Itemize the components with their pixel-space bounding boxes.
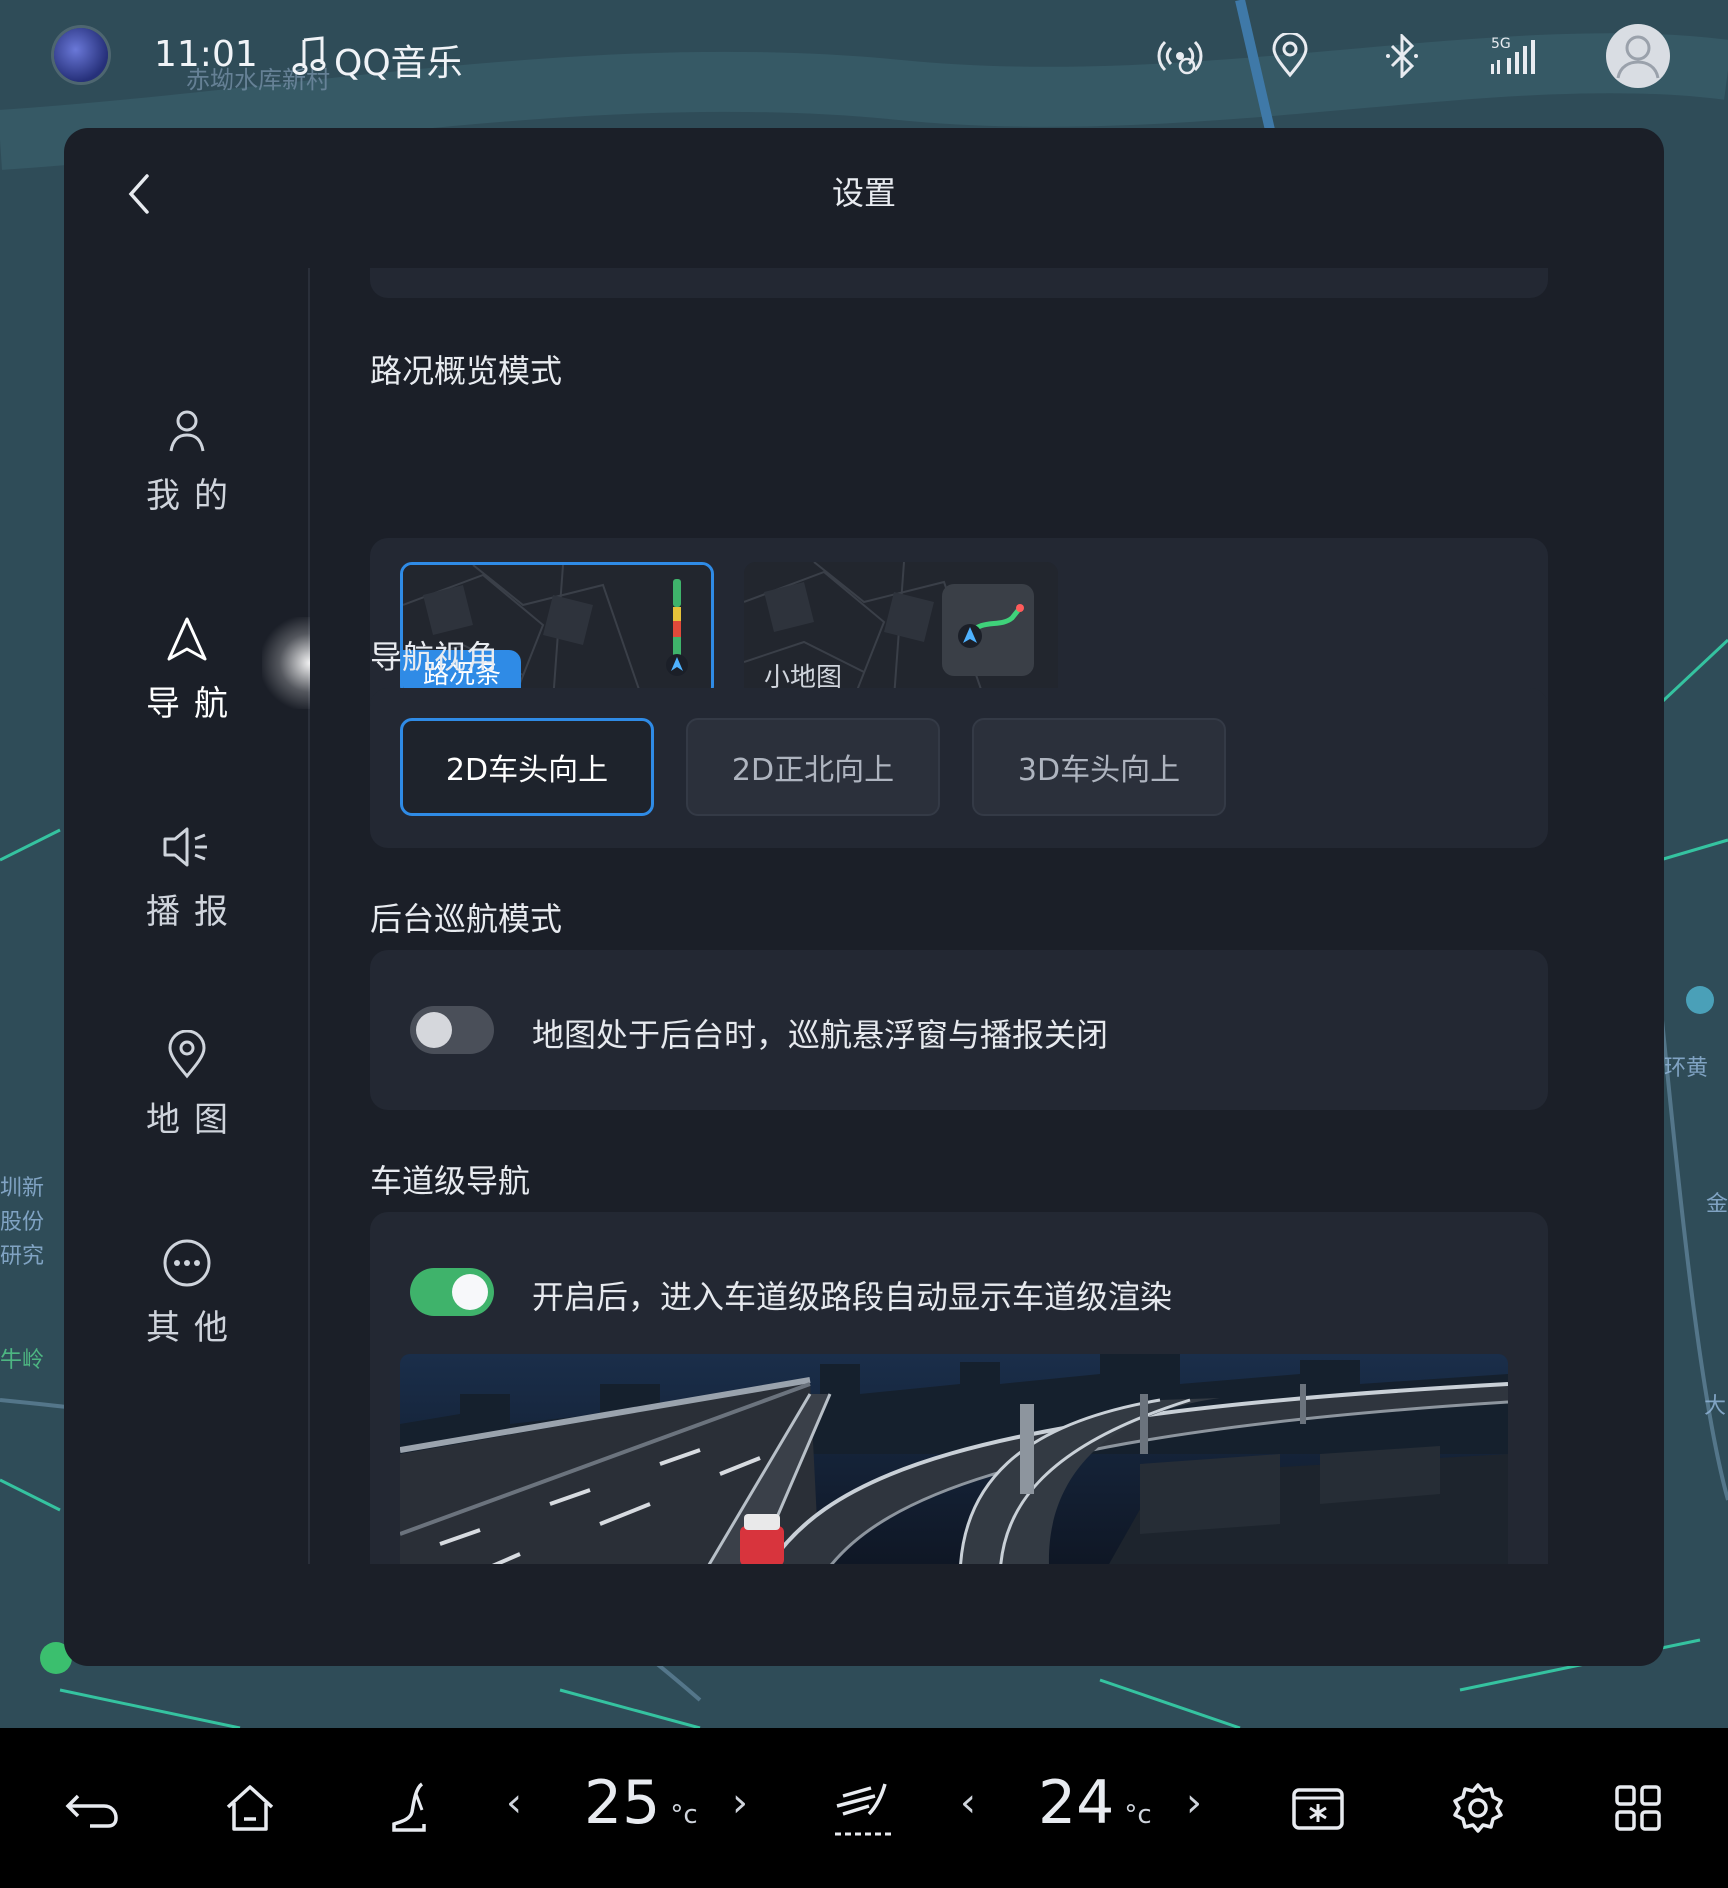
sidebar-item-map[interactable]: 地图 — [64, 1028, 310, 1178]
right-temp-increase[interactable]: › — [1186, 1780, 1202, 1826]
map-label: 金 — [1706, 1192, 1728, 1217]
sidebar-item-mine[interactable]: 我的 — [64, 404, 310, 554]
left-temp: 25 °c — [584, 1768, 698, 1838]
climate-fan-icon[interactable] — [824, 1768, 904, 1848]
back-arrow-icon[interactable] — [52, 1768, 132, 1848]
home-icon[interactable] — [210, 1768, 290, 1848]
sidebar-item-label: 导航 — [146, 684, 242, 724]
user-avatar-icon[interactable] — [1606, 24, 1670, 88]
map-label: 环黄 — [1664, 1056, 1709, 1081]
left-temp-increase[interactable]: › — [732, 1780, 748, 1826]
profile-avatar-icon[interactable] — [54, 28, 108, 82]
section-title-nav-view: 导航视角 — [370, 638, 499, 676]
location-pin-icon — [160, 1028, 214, 1082]
music-note-icon — [292, 35, 326, 85]
right-temp-decrease[interactable]: ‹ — [960, 1780, 976, 1826]
app-grid-icon[interactable] — [1598, 1768, 1678, 1848]
more-dots-icon — [160, 1236, 214, 1290]
speaker-icon — [160, 820, 214, 874]
seat-icon[interactable] — [370, 1768, 450, 1848]
right-temp-value: 24 — [1038, 1768, 1115, 1838]
sidebar-item-label: 播报 — [146, 892, 242, 932]
signal-label: 5G — [1491, 36, 1511, 52]
section-title-traffic-overview: 路况概览模式 — [370, 352, 563, 390]
nav-view-card: 2D车头向上 2D正北向上 3D车头向上 — [370, 688, 1548, 848]
sidebar-item-label: 我的 — [146, 476, 242, 516]
navigation-arrow-icon — [160, 612, 214, 666]
map-label: 牛岭 — [0, 1348, 45, 1373]
sidebar-item-label: 地图 — [146, 1100, 242, 1140]
status-bar: 赤坳水库新村 11:01 QQ音乐 5G — [0, 0, 1728, 116]
background-cruise-toggle[interactable] — [410, 1006, 494, 1054]
sidebar-item-other[interactable]: 其他 — [64, 1236, 310, 1386]
section-title-lane-nav: 车道级导航 — [370, 1162, 531, 1200]
settings-content: 路况概览模式 路况条 小地图 导航视角 2D车头向上 2D正北向上 3D车头向上… — [370, 268, 1612, 1564]
view-option-2d-north-up[interactable]: 2D正北向上 — [686, 718, 940, 816]
map-label: 大 — [1704, 1394, 1727, 1419]
background-cruise-card: 地图处于后台时，巡航悬浮窗与播报关闭 — [370, 950, 1548, 1110]
map-label: 股份 — [0, 1210, 45, 1235]
active-indicator — [262, 617, 310, 709]
hotspot-icon[interactable] — [1154, 30, 1206, 82]
signal-5g-icon: 5G — [1486, 30, 1538, 82]
settings-gear-icon[interactable] — [1438, 1768, 1518, 1848]
view-option-2d-heading-up[interactable]: 2D车头向上 — [400, 718, 654, 816]
sidebar-item-broadcast[interactable]: 播报 — [64, 820, 310, 970]
view-option-3d-heading-up[interactable]: 3D车头向上 — [972, 718, 1226, 816]
sidebar-item-label: 其他 — [146, 1308, 242, 1348]
lane-nav-description: 开启后，进入车道级路段自动显示车道级渲染 — [532, 1278, 1173, 1316]
bottom-dock: ‹ 25 °c › ‹ 24 °c › — [0, 1728, 1728, 1888]
music-widget[interactable]: QQ音乐 — [292, 34, 463, 86]
person-icon — [160, 404, 214, 458]
music-app-name: QQ音乐 — [334, 43, 463, 84]
bluetooth-icon[interactable] — [1376, 30, 1428, 82]
map-label: 研究 — [0, 1244, 45, 1269]
temp-unit: °c — [1124, 1800, 1152, 1830]
settings-panel: 设置 我的 导航 播报 地图 其他 路况概览模式 路况条 小地图 导航视角 2D… — [64, 128, 1664, 1666]
toggle-knob — [452, 1274, 488, 1310]
lane-nav-toggle[interactable] — [410, 1268, 494, 1316]
location-pin-icon[interactable] — [1264, 30, 1316, 82]
clock-time: 11:01 — [154, 34, 258, 75]
temp-unit: °c — [670, 1800, 698, 1830]
left-temp-decrease[interactable]: ‹ — [506, 1780, 522, 1826]
background-cruise-description: 地图处于后台时，巡航悬浮窗与播报关闭 — [532, 1016, 1109, 1054]
defrost-icon[interactable] — [1278, 1768, 1358, 1848]
left-temp-value: 25 — [584, 1768, 661, 1838]
right-temp: 24 °c — [1038, 1768, 1152, 1838]
lane-nav-card: 开启后，进入车道级路段自动显示车道级渲染 — [370, 1212, 1548, 1564]
page-title: 设置 — [831, 174, 896, 212]
mini-map-option[interactable]: 小地图 — [744, 562, 1058, 698]
map-label: 圳新 — [0, 1176, 45, 1201]
toggle-knob — [416, 1012, 452, 1048]
lane-render-preview — [400, 1354, 1508, 1564]
section-title-background-cruise: 后台巡航模式 — [370, 900, 563, 938]
previous-card-remnant — [370, 268, 1548, 298]
settings-sidebar: 我的 导航 播报 地图 其他 — [64, 268, 310, 1564]
